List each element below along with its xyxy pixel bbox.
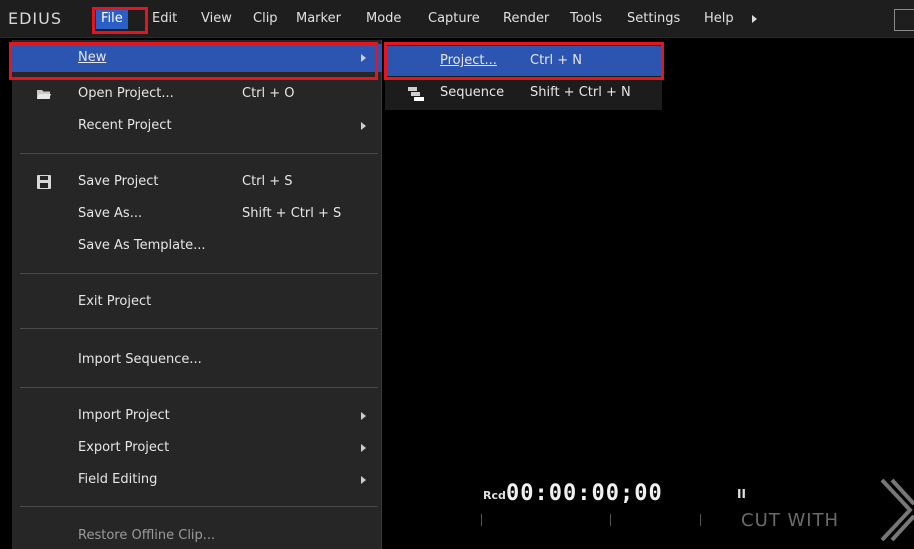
menu-separator <box>20 328 378 329</box>
chevron-logo-icon <box>880 478 914 542</box>
menu-item-save-as-template[interactable]: Save As Template... <box>12 232 382 260</box>
shortcut-label: Ctrl + O <box>242 86 295 101</box>
menu-item-import-sequence[interactable]: Import Sequence... <box>12 346 382 374</box>
menu-item-label: Import Sequence... <box>78 352 202 367</box>
submenu-arrow-icon <box>361 476 366 484</box>
menu-file[interactable]: File <box>96 9 128 29</box>
menu-item-save-project[interactable]: Save Project Ctrl + S <box>12 168 382 196</box>
menu-overflow-arrow-icon[interactable] <box>752 15 757 23</box>
menu-item-label: Open Project... <box>78 86 174 101</box>
submenu-arrow-icon <box>361 54 366 62</box>
timeline-tick <box>610 514 611 526</box>
menu-capture[interactable]: Capture <box>428 9 480 29</box>
menu-separator <box>20 153 378 154</box>
menu-marker[interactable]: Marker <box>296 9 341 29</box>
menu-item-label: Import Project <box>78 408 170 423</box>
shortcut-label: Ctrl + N <box>530 53 583 68</box>
menu-mode[interactable]: Mode <box>366 9 401 29</box>
timeline-tick <box>700 514 701 526</box>
menu-item-label: Exit Project <box>78 294 152 309</box>
menu-item-label: Restore Offline Clip... <box>78 528 216 543</box>
menu-item-label: Recent Project <box>78 118 172 133</box>
menu-separator <box>20 273 378 274</box>
menu-tools[interactable]: Tools <box>570 9 602 29</box>
pause-icon[interactable]: II <box>737 487 746 501</box>
timeline-tick <box>481 514 482 526</box>
menu-item-export-project[interactable]: Export Project <box>12 434 382 462</box>
menu-item-save-as[interactable]: Save As... Shift + Ctrl + S <box>12 200 382 228</box>
submenu-item-project[interactable]: Project... Ctrl + N <box>385 46 662 76</box>
overlay-text: CUT WITH <box>741 510 840 531</box>
menu-separator <box>20 506 378 507</box>
menu-edit[interactable]: Edit <box>152 9 177 29</box>
timecode-display: 00:00:00;00 <box>506 481 663 506</box>
menu-render[interactable]: Render <box>503 9 549 29</box>
menu-settings[interactable]: Settings <box>627 9 680 29</box>
new-submenu: Project... Ctrl + N Sequence Shift + Ctr… <box>385 44 662 110</box>
menu-item-field-editing[interactable]: Field Editing <box>12 466 382 494</box>
menu-item-recent-project[interactable]: Recent Project <box>12 112 382 140</box>
submenu-arrow-icon <box>361 412 366 420</box>
shortcut-label: Ctrl + S <box>242 174 293 189</box>
submenu-item-sequence[interactable]: Sequence Shift + Ctrl + N <box>385 78 662 108</box>
rcd-label: Rcd <box>483 489 506 502</box>
menu-item-label: Save As... <box>78 206 143 221</box>
menu-item-label: Save Project <box>78 174 159 189</box>
submenu-item-label: Sequence <box>440 85 505 100</box>
menu-item-exit-project[interactable]: Exit Project <box>12 288 382 316</box>
menu-item-open-project[interactable]: Open Project... Ctrl + O <box>12 80 382 108</box>
submenu-arrow-icon <box>361 122 366 130</box>
menu-clip[interactable]: Clip <box>253 9 278 29</box>
menu-bar: EDIUS File Edit View Clip Marker Mode Ca… <box>0 0 914 38</box>
menu-item-new[interactable]: New <box>12 44 382 72</box>
menu-view[interactable]: View <box>201 9 232 29</box>
menu-item-label: Field Editing <box>78 472 158 487</box>
menu-item-restore-offline-clip[interactable]: Restore Offline Clip... <box>12 522 382 549</box>
menu-item-label: Export Project <box>78 440 170 455</box>
submenu-item-label: Project... <box>440 53 497 68</box>
menu-item-import-project[interactable]: Import Project <box>12 402 382 430</box>
save-disk-icon <box>37 175 51 189</box>
sequence-icon <box>408 87 424 101</box>
toolbar-edge-box <box>894 9 914 31</box>
folder-open-icon <box>37 90 51 99</box>
menu-item-label: Save As Template... <box>78 238 206 253</box>
file-menu-dropdown: New Open Project... Ctrl + O Recent Proj… <box>12 40 382 549</box>
menu-separator <box>20 387 378 388</box>
submenu-arrow-icon <box>361 444 366 452</box>
menu-item-label: New <box>78 50 107 65</box>
edius-logo: EDIUS <box>8 9 63 28</box>
menu-help[interactable]: Help <box>704 9 734 29</box>
shortcut-label: Shift + Ctrl + S <box>242 206 342 221</box>
shortcut-label: Shift + Ctrl + N <box>530 85 631 100</box>
